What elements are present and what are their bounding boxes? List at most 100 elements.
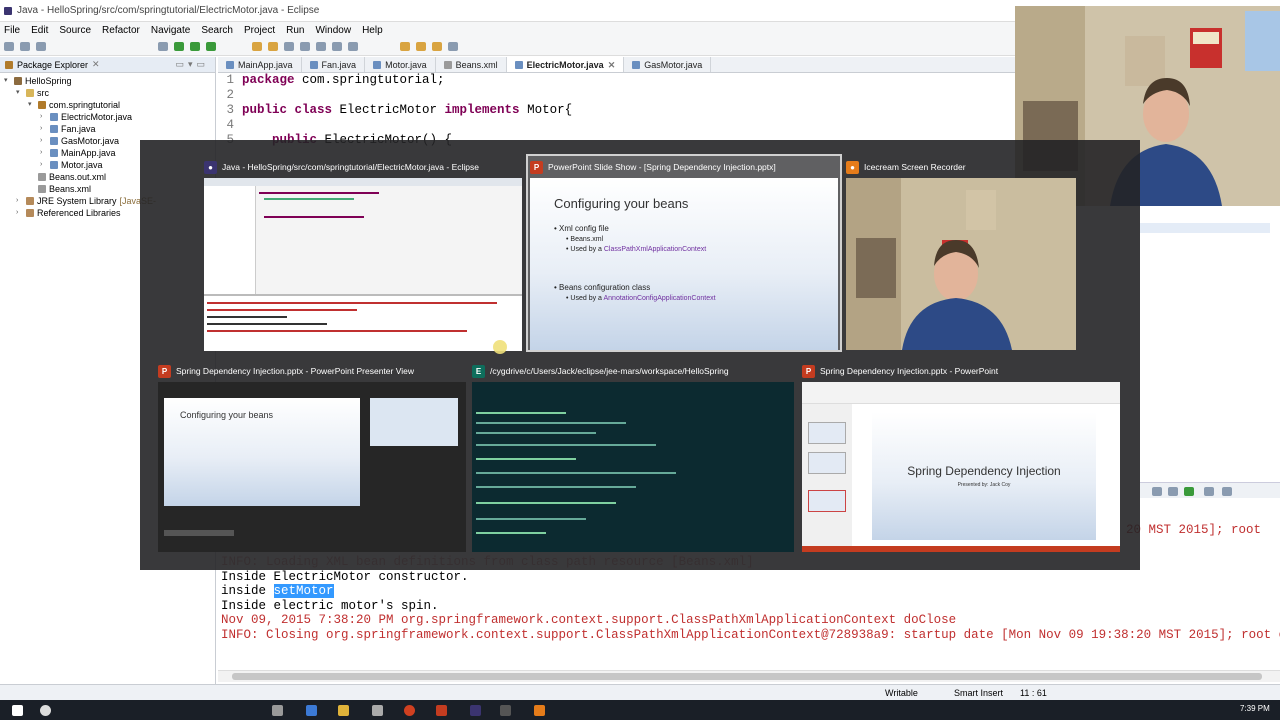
pin-console-icon[interactable]: [1152, 487, 1162, 496]
edge-icon[interactable]: [306, 705, 317, 716]
menu-search[interactable]: Search: [201, 25, 233, 36]
menu-help[interactable]: Help: [362, 25, 383, 36]
save-icon[interactable]: [20, 42, 30, 51]
menu-edit[interactable]: Edit: [31, 25, 48, 36]
file-explorer-icon[interactable]: [338, 705, 349, 716]
editor-tab[interactable]: Beans.xml: [436, 57, 507, 72]
close-icon[interactable]: ✕: [608, 57, 616, 73]
powerpoint-taskbar-icon[interactable]: [436, 705, 447, 716]
switcher-window-title: PowerPoint Slide Show - [Spring Dependen…: [548, 162, 776, 172]
new-icon[interactable]: [4, 42, 14, 51]
open-task-icon[interactable]: [268, 42, 278, 51]
presenter-view-thumbnail: Configuring your beans: [158, 382, 466, 552]
expand-toggle-icon[interactable]: ›: [16, 207, 23, 219]
slide-bullet: • Beans configuration class: [554, 283, 651, 292]
run-icon[interactable]: [174, 42, 184, 51]
expand-toggle-icon[interactable]: ›: [16, 195, 23, 207]
menu-source[interactable]: Source: [59, 25, 91, 36]
line-number: 1: [226, 73, 234, 87]
console-line: Inside ElectricMotor constructor.: [221, 570, 1280, 585]
recorder-taskbar-icon[interactable]: [534, 705, 545, 716]
expand-toggle-icon[interactable]: ›: [40, 123, 47, 135]
menu-file[interactable]: File: [4, 25, 20, 36]
chrome-icon[interactable]: [404, 705, 415, 716]
whitespace-icon[interactable]: [348, 42, 358, 51]
print-icon[interactable]: [36, 42, 46, 51]
switcher-window-title: /cygdrive/c/Users/Jack/eclipse/jee-mars/…: [490, 366, 729, 376]
close-icon[interactable]: ✕: [92, 59, 100, 70]
next-edit-icon[interactable]: [400, 42, 410, 51]
store-icon[interactable]: [372, 705, 383, 716]
powerpoint-thumbnail: Spring Dependency Injection Presented by…: [802, 382, 1120, 552]
xml-file-icon: [443, 60, 452, 69]
code-line: 4: [218, 118, 1015, 133]
menu-run[interactable]: Run: [286, 25, 304, 36]
run-last-icon[interactable]: [190, 42, 200, 51]
open-type-icon[interactable]: [252, 42, 262, 51]
switcher-window-terminal[interactable]: E /cygdrive/c/Users/Jack/eclipse/jee-mar…: [472, 362, 796, 552]
tree-item[interactable]: ▾ com.springtutorial: [0, 99, 215, 111]
slide-subbullet: • Beans.xml: [566, 236, 604, 243]
expand-toggle-icon[interactable]: ▾: [28, 99, 35, 111]
switcher-window-powerpoint[interactable]: P Spring Dependency Injection.pptx - Pow…: [802, 362, 1122, 552]
terminal-thumbnail: [472, 382, 794, 552]
next-annotation-icon[interactable]: [300, 42, 310, 51]
windows-taskbar: 7:39 PM: [0, 700, 1280, 720]
search-icon[interactable]: [284, 42, 294, 51]
expand-toggle-icon[interactable]: ▾: [4, 75, 11, 87]
block-selection-icon[interactable]: [332, 42, 342, 51]
debug-icon[interactable]: [158, 42, 168, 51]
code-text: ElectricMotor: [332, 103, 445, 117]
switcher-window-recorder[interactable]: ● Icecream Screen Recorder: [846, 158, 1076, 351]
minimize-icon[interactable]: [1204, 487, 1214, 496]
editor-tab[interactable]: Motor.java: [365, 57, 436, 72]
project-icon: [14, 77, 22, 85]
menu-navigate[interactable]: Navigate: [151, 25, 190, 36]
maximize-icon[interactable]: [1222, 487, 1232, 496]
switcher-window-presenter-view[interactable]: P Spring Dependency Injection.pptx - Pow…: [158, 362, 466, 552]
expand-toggle-icon[interactable]: ›: [40, 147, 47, 159]
editor-tab[interactable]: ElectricMotor.java ✕: [506, 57, 625, 73]
scrollbar-thumb[interactable]: [232, 673, 1262, 680]
prev-edit-icon[interactable]: [416, 42, 426, 51]
menu-project[interactable]: Project: [244, 25, 275, 36]
eclipse-taskbar-icon[interactable]: [470, 705, 481, 716]
switcher-window-title: Spring Dependency Injection.pptx - Power…: [176, 366, 414, 376]
expand-toggle-icon[interactable]: ›: [40, 135, 47, 147]
tree-item[interactable]: › Fan.java: [0, 123, 215, 135]
console-output[interactable]: INFO: Loading XML bean definitions from …: [218, 555, 1280, 670]
tree-item[interactable]: › ElectricMotor.java: [0, 111, 215, 123]
toggle-mark-icon[interactable]: [316, 42, 326, 51]
menu-window[interactable]: Window: [315, 25, 351, 36]
package-explorer-tab[interactable]: Package Explorer ✕ ▭▾▭: [0, 57, 215, 73]
editor-tab[interactable]: MainApp.java: [218, 57, 302, 72]
display-console-icon[interactable]: [1168, 487, 1178, 496]
tree-item-label: Referenced Libraries: [37, 208, 121, 218]
console-line-text: Nov 09, 2015 7:38:20 PM org.springframew…: [221, 613, 957, 627]
console-horizontal-scrollbar[interactable]: [218, 670, 1280, 682]
view-menu-icon[interactable]: ▭▾▭: [175, 59, 209, 70]
search-icon[interactable]: [40, 705, 51, 716]
open-console-icon[interactable]: [1184, 487, 1194, 496]
editor-tab[interactable]: GasMotor.java: [624, 57, 712, 72]
terminal-taskbar-icon[interactable]: [500, 705, 511, 716]
tree-item[interactable]: ▾ HelloSpring: [0, 75, 215, 87]
xml-file-icon: [38, 185, 46, 193]
expand-toggle-icon[interactable]: ▾: [16, 87, 23, 99]
menu-bar: File Edit Source Refactor Navigate Search Proj…: [0, 22, 1015, 38]
console-line: Inside electric motor's spin.: [221, 599, 1280, 614]
editor-tab[interactable]: Fan.java: [302, 57, 366, 72]
switcher-window-eclipse[interactable]: ● Java - HelloSpring/src/com/springtutor…: [204, 158, 524, 351]
selected-text[interactable]: setMotor: [273, 584, 334, 598]
coverage-icon[interactable]: [206, 42, 216, 51]
expand-toggle-icon[interactable]: ›: [40, 159, 47, 171]
task-view-icon[interactable]: [272, 705, 283, 716]
switcher-window-slideshow[interactable]: P PowerPoint Slide Show - [Spring Depend…: [530, 158, 840, 351]
tree-item[interactable]: ▾ src: [0, 87, 215, 99]
back-icon[interactable]: [432, 42, 442, 51]
forward-icon[interactable]: [448, 42, 458, 51]
slideshow-thumbnail: Configuring your beans • Xml config file…: [530, 178, 838, 350]
start-icon[interactable]: [12, 705, 23, 716]
menu-refactor[interactable]: Refactor: [102, 25, 140, 36]
expand-toggle-icon[interactable]: ›: [40, 111, 47, 123]
